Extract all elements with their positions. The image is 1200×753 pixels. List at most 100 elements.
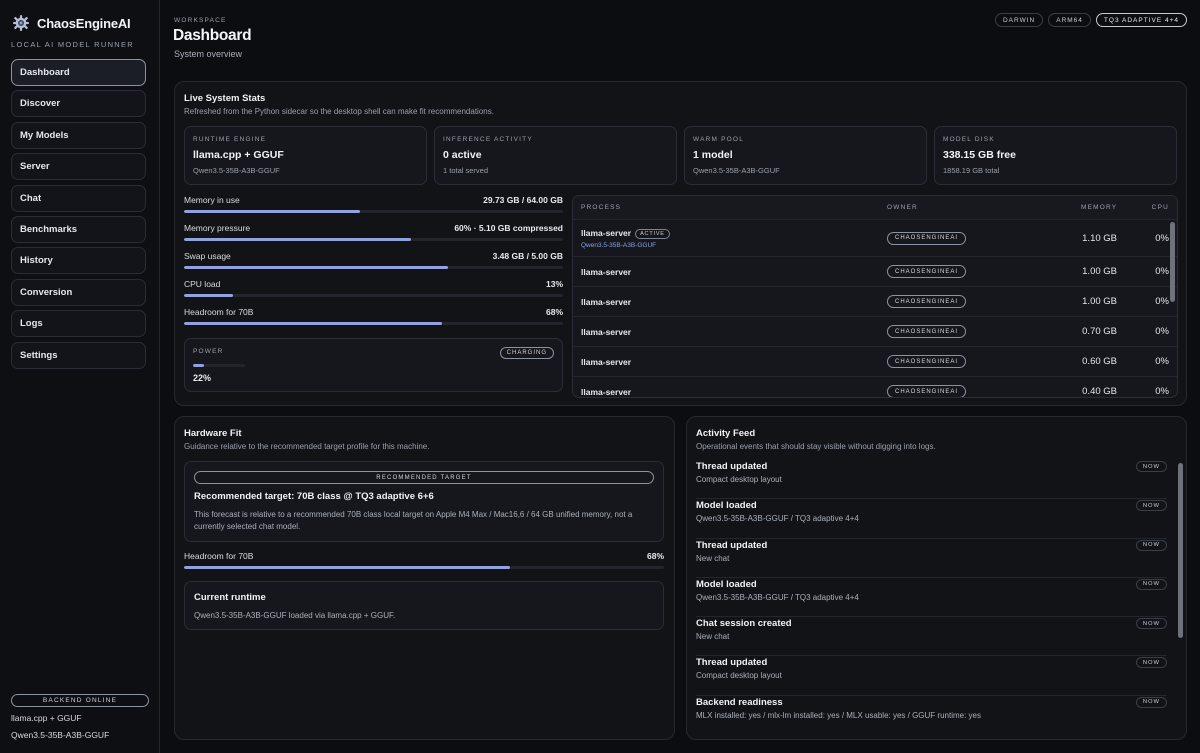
owner-badge: CHAOSENGINEAI bbox=[887, 265, 967, 279]
stat-value: llama.cpp + GGUF bbox=[193, 149, 284, 161]
process-table-scrollbar[interactable] bbox=[1170, 222, 1175, 302]
sidebar-item-history[interactable]: History bbox=[11, 247, 146, 275]
owner-badge: CHAOSENGINEAI bbox=[887, 295, 967, 309]
list-item: Chat session created New chat NOW bbox=[696, 617, 1167, 657]
event-time-badge: NOW bbox=[1135, 461, 1167, 472]
power-value: 22% bbox=[193, 373, 212, 384]
stat-card-warm-pool: WARM POOL 1 model Qwen3.5-35B-A3B-GGUF bbox=[684, 126, 927, 185]
process-name: llama-server bbox=[581, 227, 632, 238]
stat-label: WARM POOL bbox=[693, 136, 745, 143]
metric-label: CPU load bbox=[184, 279, 221, 289]
progress-bar bbox=[184, 266, 563, 270]
event-time-badge: NOW bbox=[1135, 539, 1167, 551]
metric-headroom-70b: Headroom for 70B 68% bbox=[184, 551, 664, 570]
sidebar-item-my-models[interactable]: My Models bbox=[11, 121, 146, 149]
process-cpu: 0% bbox=[1155, 356, 1169, 367]
stat-sub: Qwen3.5-35B-A3B-GGUF bbox=[193, 166, 280, 175]
sidebar-item-dashboard[interactable]: Dashboard bbox=[11, 59, 146, 86]
process-memory: 0.40 GB bbox=[1082, 386, 1117, 397]
event-detail: Compact desktop layout bbox=[696, 671, 782, 681]
table-row[interactable]: llama-server ACTIVE Qwen3.5-35B-A3B-GGUF … bbox=[573, 220, 1177, 257]
panel-title: Live System Stats bbox=[184, 93, 266, 104]
stat-card-model-disk: MODEL DISK 338.15 GB free 1858.19 GB tot… bbox=[934, 126, 1177, 185]
process-table: PROCESS OWNER MEMORY CPU llama-server ACT… bbox=[572, 195, 1178, 398]
process-cpu: 0% bbox=[1155, 296, 1169, 307]
stat-cards: RUNTIME ENGINE llama.cpp + GGUF Qwen3.5-… bbox=[184, 126, 1177, 185]
metric-value: 3.48 GB / 5.00 GB bbox=[492, 251, 563, 261]
main-content: WORKSPACE Dashboard System overview DARW… bbox=[160, 0, 1200, 753]
col-owner: OWNER bbox=[887, 204, 918, 211]
event-detail: Compact desktop layout bbox=[696, 475, 782, 484]
sidebar-item-settings[interactable]: Settings bbox=[11, 341, 146, 369]
owner-badge: CHAOSENGINEAI bbox=[887, 231, 967, 245]
power-card: POWER CHARGING 22% bbox=[184, 338, 563, 392]
metric-value: 13% bbox=[545, 279, 563, 289]
metric-label: Headroom for 70B bbox=[184, 307, 254, 317]
chip-os: DARWIN bbox=[994, 13, 1044, 27]
metric-cpu-load: CPU load 13% bbox=[184, 279, 563, 307]
col-cpu: CPU bbox=[1151, 204, 1169, 211]
process-cpu: 0% bbox=[1155, 386, 1169, 397]
backend-model: Qwen3.5-35B-A3B-GGUF bbox=[11, 730, 110, 740]
list-item: Thread updated Compact desktop layout NO… bbox=[696, 460, 1167, 500]
process-memory: 1.10 GB bbox=[1082, 232, 1117, 244]
stat-value: 1 model bbox=[693, 149, 733, 161]
live-system-stats-panel: Live System Stats Refreshed from the Pyt… bbox=[174, 81, 1187, 406]
process-model: Qwen3.5-35B-A3B-GGUF bbox=[581, 241, 657, 249]
table-row[interactable]: llama-server CHAOSENGINEAI 1.00 GB 0% bbox=[573, 257, 1177, 287]
event-title: Thread updated bbox=[696, 539, 768, 551]
sidebar-item-conversion[interactable]: Conversion bbox=[11, 278, 146, 306]
progress-fill bbox=[184, 238, 412, 242]
metric-memory-pressure: Memory pressure 60% · 5.10 GB compressed bbox=[184, 223, 563, 251]
charging-badge: CHARGING bbox=[499, 347, 554, 359]
panel-subtitle: Operational events that should stay visi… bbox=[696, 442, 936, 451]
event-detail: New chat bbox=[696, 632, 730, 642]
sidebar-item-discover[interactable]: Discover bbox=[11, 90, 146, 118]
process-memory: 0.60 GB bbox=[1082, 356, 1117, 367]
table-row[interactable]: llama-server CHAOSENGINEAI 0.40 GB 0% bbox=[573, 377, 1177, 397]
table-row[interactable]: llama-server CHAOSENGINEAI 0.60 GB 0% bbox=[573, 347, 1177, 377]
panel-subtitle: Refreshed from the Python sidecar so the… bbox=[184, 107, 494, 116]
power-bar bbox=[193, 364, 245, 368]
metric-value: 68% bbox=[646, 551, 664, 561]
metric-swap-usage: Swap usage 3.48 GB / 5.00 GB bbox=[184, 251, 563, 279]
metric-label: Memory in use bbox=[184, 195, 240, 205]
event-time-badge: NOW bbox=[1135, 578, 1167, 590]
current-runtime-description: Qwen3.5-35B-A3B-GGUF loaded via llama.cp… bbox=[194, 611, 396, 620]
event-title: Model loaded bbox=[696, 578, 757, 590]
process-name: llama-server bbox=[581, 326, 632, 337]
list-item: Model loaded Qwen3.5-35B-A3B-GGUF / TQ3 … bbox=[696, 578, 1167, 618]
event-detail: MLX installed: yes / mlx-lm installed: y… bbox=[696, 710, 981, 720]
sidebar-item-server[interactable]: Server bbox=[11, 153, 146, 181]
progress-fill bbox=[184, 566, 511, 570]
progress-fill bbox=[184, 322, 442, 326]
progress-bar bbox=[184, 322, 563, 326]
current-runtime-title: Current runtime bbox=[194, 592, 266, 603]
stat-card-runtime-engine: RUNTIME ENGINE llama.cpp + GGUF Qwen3.5-… bbox=[184, 126, 427, 185]
list-item: Thread updated Compact desktop layout NO… bbox=[696, 656, 1167, 696]
progress-fill bbox=[184, 266, 448, 270]
metric-headroom-70b: Headroom for 70B 68% bbox=[184, 307, 563, 335]
process-name: llama-server bbox=[581, 266, 632, 277]
stat-label: INFERENCE ACTIVITY bbox=[443, 136, 533, 143]
stat-card-inference-activity: INFERENCE ACTIVITY 0 active 1 total serv… bbox=[434, 126, 677, 185]
progress-bar bbox=[184, 238, 563, 242]
chip-quant-profile: TQ3 ADAPTIVE 4+4 bbox=[1095, 13, 1187, 27]
event-title: Chat session created bbox=[696, 618, 792, 630]
progress-bar bbox=[184, 294, 563, 298]
table-row[interactable]: llama-server CHAOSENGINEAI 1.00 GB 0% bbox=[573, 287, 1177, 317]
stat-sub: 1 total served bbox=[443, 166, 489, 175]
process-cpu: 0% bbox=[1155, 232, 1169, 244]
backend-engine: llama.cpp + GGUF bbox=[11, 713, 82, 723]
list-item: Backend readiness MLX installed: yes / m… bbox=[696, 696, 1167, 735]
metric-label: Swap usage bbox=[184, 251, 231, 261]
activity-feed-scrollbar[interactable] bbox=[1178, 463, 1183, 638]
table-row[interactable]: llama-server CHAOSENGINEAI 0.70 GB 0% bbox=[573, 317, 1177, 347]
sidebar-item-logs[interactable]: Logs bbox=[11, 310, 146, 338]
stat-sub: Qwen3.5-35B-A3B-GGUF bbox=[693, 166, 780, 175]
sidebar-item-benchmarks[interactable]: Benchmarks bbox=[11, 215, 146, 243]
sidebar-item-chat[interactable]: Chat bbox=[11, 184, 146, 212]
process-memory: 1.00 GB bbox=[1082, 296, 1117, 307]
event-time-badge: NOW bbox=[1135, 657, 1167, 669]
event-time-badge: NOW bbox=[1135, 696, 1167, 708]
